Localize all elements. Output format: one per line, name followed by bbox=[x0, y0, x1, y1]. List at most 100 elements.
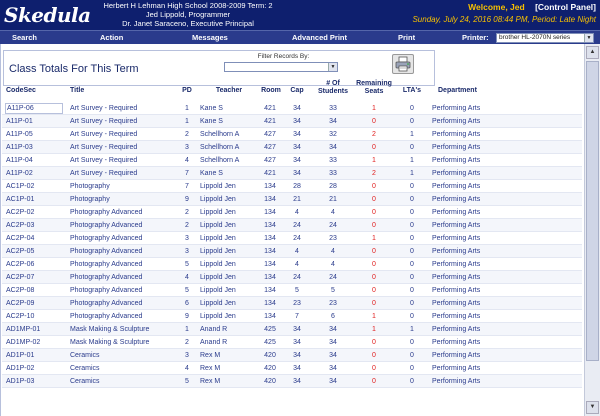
teacher-cell[interactable]: Lippold Jen bbox=[200, 310, 258, 323]
table-row[interactable]: A11P-04 Art Survey - Required 4 Schellhorn … bbox=[2, 154, 582, 167]
title-cell[interactable]: Photography Advanced bbox=[70, 284, 178, 297]
teacher-cell[interactable]: Lippold Jen bbox=[200, 297, 258, 310]
title-cell[interactable]: Photography Advanced bbox=[70, 258, 178, 271]
title-cell[interactable]: Art Survey - Required bbox=[70, 102, 178, 115]
department-cell[interactable]: Performing Arts bbox=[432, 310, 532, 323]
col-title[interactable]: Title bbox=[70, 87, 84, 95]
col-students[interactable]: # Of Students bbox=[314, 80, 352, 96]
department-cell[interactable]: Performing Arts bbox=[432, 102, 532, 115]
department-cell[interactable]: Performing Arts bbox=[432, 128, 532, 141]
codesec-cell[interactable]: A11P-05 bbox=[6, 128, 64, 141]
table-row[interactable]: AC2P-06 Photography Advanced 5 Lippold Jen 1… bbox=[2, 258, 582, 271]
scroll-thumb[interactable] bbox=[586, 61, 599, 361]
codesec-cell[interactable]: AC1P-01 bbox=[6, 193, 64, 206]
title-cell[interactable]: Photography Advanced bbox=[70, 219, 178, 232]
department-cell[interactable]: Performing Arts bbox=[432, 141, 532, 154]
department-cell[interactable]: Performing Arts bbox=[432, 206, 532, 219]
table-row[interactable]: AD1P-03 Ceramics 5 Rex M 420 34 34 0 0 Performing… bbox=[2, 375, 582, 388]
teacher-cell[interactable]: Rex M bbox=[200, 349, 258, 362]
table-row[interactable]: A11P-01 Art Survey - Required 1 Kane S 421 34… bbox=[2, 115, 582, 128]
department-cell[interactable]: Performing Arts bbox=[432, 232, 532, 245]
teacher-cell[interactable]: Rex M bbox=[200, 362, 258, 375]
codesec-cell[interactable]: AC1P-02 bbox=[6, 180, 64, 193]
title-cell[interactable]: Ceramics bbox=[70, 362, 178, 375]
codesec-cell[interactable]: A11P-03 bbox=[6, 141, 64, 154]
menu-advanced-print[interactable]: Advanced Print bbox=[292, 31, 347, 44]
teacher-cell[interactable]: Anand R bbox=[200, 336, 258, 349]
department-cell[interactable]: Performing Arts bbox=[432, 219, 532, 232]
col-ltas[interactable]: LTA's bbox=[398, 87, 426, 95]
codesec-cell[interactable]: A11P-06 bbox=[5, 103, 63, 114]
table-row[interactable]: A11P-02 Art Survey - Required 7 Kane S 421 34… bbox=[2, 167, 582, 180]
codesec-cell[interactable]: AC2P-02 bbox=[6, 206, 64, 219]
scroll-down-icon[interactable]: ▼ bbox=[586, 401, 599, 414]
title-cell[interactable]: Photography Advanced bbox=[70, 245, 178, 258]
codesec-cell[interactable]: AD1P-03 bbox=[6, 375, 64, 388]
codesec-cell[interactable]: AD1MP-01 bbox=[6, 323, 64, 336]
col-cap[interactable]: Cap bbox=[286, 87, 308, 95]
teacher-cell[interactable]: Schellhorn A bbox=[200, 154, 258, 167]
teacher-cell[interactable]: Lippold Jen bbox=[200, 258, 258, 271]
teacher-cell[interactable]: Rex M bbox=[200, 375, 258, 388]
codesec-cell[interactable]: A11P-04 bbox=[6, 154, 64, 167]
menu-print[interactable]: Print bbox=[398, 31, 415, 44]
codesec-cell[interactable]: AD1MP-02 bbox=[6, 336, 64, 349]
department-cell[interactable]: Performing Arts bbox=[432, 336, 532, 349]
title-cell[interactable]: Art Survey - Required bbox=[70, 115, 178, 128]
table-row[interactable]: A11P-06 Art Survey - Required 1 Kane S 421 34… bbox=[2, 102, 582, 115]
vertical-scrollbar[interactable]: ▲ ▼ bbox=[584, 44, 600, 416]
title-cell[interactable]: Mask Making & Sculpture bbox=[70, 323, 178, 336]
table-row[interactable]: AC2P-07 Photography Advanced 4 Lippold Jen 1… bbox=[2, 271, 582, 284]
table-row[interactable]: AD1MP-01 Mask Making & Sculpture 1 Anand R 4… bbox=[2, 323, 582, 336]
title-cell[interactable]: Art Survey - Required bbox=[70, 167, 178, 180]
department-cell[interactable]: Performing Arts bbox=[432, 323, 532, 336]
skedula-logo[interactable]: Skedula bbox=[4, 2, 94, 28]
codesec-cell[interactable]: AC2P-08 bbox=[6, 284, 64, 297]
title-cell[interactable]: Photography Advanced bbox=[70, 206, 178, 219]
codesec-cell[interactable]: A11P-02 bbox=[6, 167, 64, 180]
col-department[interactable]: Department bbox=[438, 87, 477, 95]
codesec-cell[interactable]: AC2P-03 bbox=[6, 219, 64, 232]
department-cell[interactable]: Performing Arts bbox=[432, 245, 532, 258]
table-row[interactable]: AC2P-04 Photography Advanced 3 Lippold Jen 1… bbox=[2, 232, 582, 245]
title-cell[interactable]: Art Survey - Required bbox=[70, 128, 178, 141]
title-cell[interactable]: Photography Advanced bbox=[70, 297, 178, 310]
codesec-cell[interactable]: AC2P-07 bbox=[6, 271, 64, 284]
codesec-cell[interactable]: AC2P-04 bbox=[6, 232, 64, 245]
table-row[interactable]: AC2P-10 Photography Advanced 9 Lippold Jen 1… bbox=[2, 310, 582, 323]
table-row[interactable]: AC1P-01 Photography 9 Lippold Jen 134 21 21 0 0 P… bbox=[2, 193, 582, 206]
codesec-cell[interactable]: AD1P-01 bbox=[6, 349, 64, 362]
codesec-cell[interactable]: AC2P-09 bbox=[6, 297, 64, 310]
teacher-cell[interactable]: Kane S bbox=[200, 167, 258, 180]
codesec-cell[interactable]: A11P-01 bbox=[6, 115, 64, 128]
col-room[interactable]: Room bbox=[260, 87, 282, 95]
codesec-cell[interactable]: AD1P-02 bbox=[6, 362, 64, 375]
title-cell[interactable]: Mask Making & Sculpture bbox=[70, 336, 178, 349]
department-cell[interactable]: Performing Arts bbox=[432, 284, 532, 297]
title-cell[interactable]: Art Survey - Required bbox=[70, 154, 178, 167]
table-row[interactable]: AC1P-02 Photography 7 Lippold Jen 134 28 28 0 0 P… bbox=[2, 180, 582, 193]
title-cell[interactable]: Ceramics bbox=[70, 349, 178, 362]
department-cell[interactable]: Performing Arts bbox=[432, 180, 532, 193]
col-teacher[interactable]: Teacher bbox=[198, 87, 260, 95]
teacher-cell[interactable]: Lippold Jen bbox=[200, 271, 258, 284]
teacher-cell[interactable]: Anand R bbox=[200, 323, 258, 336]
department-cell[interactable]: Performing Arts bbox=[432, 271, 532, 284]
title-cell[interactable]: Photography Advanced bbox=[70, 310, 178, 323]
department-cell[interactable]: Performing Arts bbox=[432, 115, 532, 128]
department-cell[interactable]: Performing Arts bbox=[432, 167, 532, 180]
table-row[interactable]: AD1MP-02 Mask Making & Sculpture 2 Anand R 4… bbox=[2, 336, 582, 349]
teacher-cell[interactable]: Lippold Jen bbox=[200, 284, 258, 297]
menu-search[interactable]: Search bbox=[12, 31, 37, 44]
table-row[interactable]: AC2P-08 Photography Advanced 5 Lippold Jen 1… bbox=[2, 284, 582, 297]
teacher-cell[interactable]: Lippold Jen bbox=[200, 206, 258, 219]
teacher-cell[interactable]: Schellhorn A bbox=[200, 141, 258, 154]
menu-messages[interactable]: Messages bbox=[192, 31, 228, 44]
control-panel-link[interactable]: [Control Panel] bbox=[535, 2, 596, 12]
teacher-cell[interactable]: Kane S bbox=[200, 102, 258, 115]
title-cell[interactable]: Ceramics bbox=[70, 375, 178, 388]
department-cell[interactable]: Performing Arts bbox=[432, 362, 532, 375]
department-cell[interactable]: Performing Arts bbox=[432, 375, 532, 388]
department-cell[interactable]: Performing Arts bbox=[432, 154, 532, 167]
codesec-cell[interactable]: AC2P-10 bbox=[6, 310, 64, 323]
